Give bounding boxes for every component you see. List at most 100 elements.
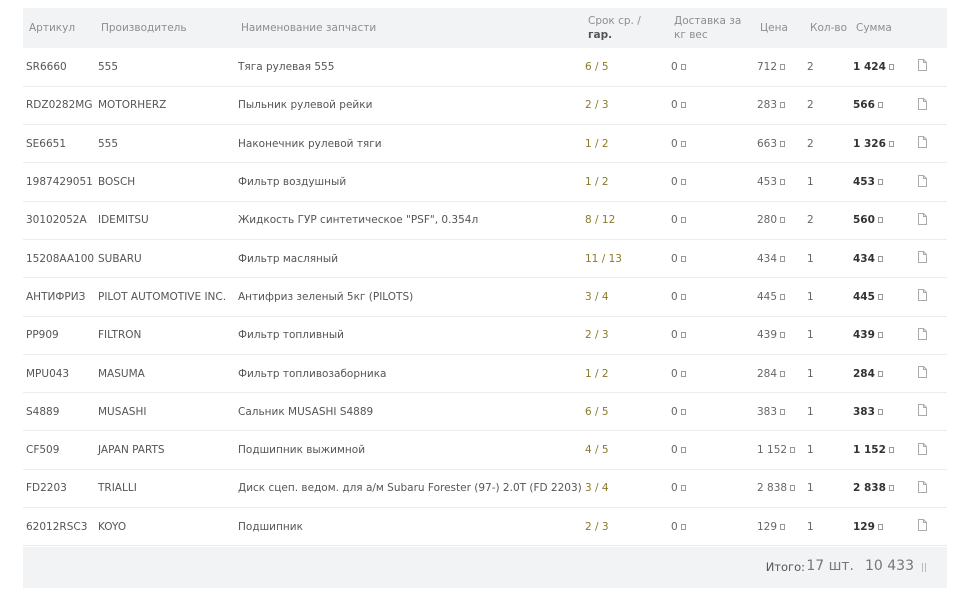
cell-delivery: 0 bbox=[668, 163, 754, 201]
cell-price: 445 bbox=[754, 278, 804, 316]
ruble-icon bbox=[680, 63, 686, 70]
document-icon[interactable] bbox=[915, 288, 929, 302]
cell-qty: 1 bbox=[807, 367, 814, 380]
cell-article: SR6660 bbox=[26, 60, 67, 73]
sum-value: 566 bbox=[853, 99, 875, 112]
document-icon[interactable] bbox=[915, 480, 929, 494]
cell-price: 129 bbox=[754, 508, 804, 546]
document-icon[interactable] bbox=[915, 58, 929, 72]
delivery-value: 0 bbox=[671, 367, 678, 380]
cell-maker: 555 bbox=[98, 137, 119, 150]
document-icon[interactable] bbox=[915, 403, 929, 417]
document-icon[interactable] bbox=[915, 174, 929, 188]
table-row: S4889 MUSASHI Сальник MUSASHI S4889 6 / 5 0 3… bbox=[23, 393, 947, 431]
col-header-article[interactable]: Артикул bbox=[23, 8, 95, 48]
delivery-value: 0 bbox=[671, 405, 678, 418]
cell-action bbox=[912, 239, 947, 277]
cell-action bbox=[912, 201, 947, 239]
cell-name: Пыльник рулевой рейки bbox=[238, 99, 373, 112]
cell-sum: 1 152 bbox=[850, 431, 912, 469]
table-row: 1987429051 BOSCH Фильтр воздушный 1 / 2 0 453… bbox=[23, 163, 947, 202]
cell-sum: 383 bbox=[850, 393, 912, 431]
table-row: 62012RSC3 KOYO Подшипник 2 / 3 0 129 1 129 bbox=[23, 508, 947, 546]
ruble-icon bbox=[680, 485, 686, 492]
cell-maker: PILOT AUTOMOTIVE INC. bbox=[98, 290, 227, 303]
cell-maker: 555 bbox=[98, 60, 119, 73]
cell-article: FD2203 bbox=[26, 482, 67, 495]
cell-action bbox=[912, 431, 947, 469]
sum-value: 383 bbox=[853, 405, 875, 418]
ruble-icon bbox=[877, 293, 883, 300]
cell-maker: SUBARU bbox=[98, 252, 142, 265]
price-value: 383 bbox=[757, 405, 778, 418]
document-icon[interactable] bbox=[915, 97, 929, 111]
col-header-name[interactable]: Наименование запчасти bbox=[235, 8, 582, 48]
col-header-price[interactable]: Цена bbox=[754, 8, 804, 48]
table-row: SR6660 555 Тяга рулевая 555 6 / 5 0 712 2 1 424 bbox=[23, 48, 947, 87]
cell-maker: FILTRON bbox=[98, 329, 142, 342]
cell-article: S4889 bbox=[26, 405, 60, 418]
document-icon[interactable] bbox=[915, 250, 929, 264]
cell-term: 6 / 5 bbox=[585, 405, 609, 418]
cell-sum: 129 bbox=[850, 508, 912, 546]
sum-value: 1 326 bbox=[853, 137, 886, 150]
cell-qty: 1 bbox=[807, 290, 814, 303]
ruble-icon bbox=[680, 140, 686, 147]
table-row: 15208AA100 SUBARU Фильтр масляный 11 / 13 0 4… bbox=[23, 239, 947, 278]
document-icon[interactable] bbox=[915, 442, 929, 456]
ruble-icon bbox=[888, 447, 894, 454]
cell-term: 2 / 3 bbox=[585, 99, 609, 112]
cell-action bbox=[912, 354, 947, 392]
document-icon[interactable] bbox=[915, 212, 929, 226]
cell-maker: BOSCH bbox=[98, 176, 136, 189]
cell-delivery: 0 bbox=[668, 354, 754, 392]
col-header-sum[interactable]: Сумма bbox=[850, 8, 912, 48]
cell-article: 15208AA100 bbox=[26, 252, 95, 265]
col-header-maker[interactable]: Производитель bbox=[95, 8, 235, 48]
ruble-icon bbox=[680, 332, 686, 339]
price-value: 712 bbox=[757, 60, 778, 73]
cell-name: Фильтр воздушный bbox=[238, 176, 347, 189]
sum-value: 1 424 bbox=[853, 60, 886, 73]
delivery-value: 0 bbox=[671, 329, 678, 342]
ruble-icon bbox=[780, 332, 786, 339]
ruble-icon bbox=[780, 140, 786, 147]
cell-qty: 1 bbox=[807, 482, 814, 495]
cell-delivery: 0 bbox=[668, 201, 754, 239]
col-header-term[interactable]: Срок ср. / гар. bbox=[582, 8, 668, 48]
cell-qty: 2 bbox=[807, 214, 814, 227]
cell-article: MPU043 bbox=[26, 367, 70, 380]
document-icon[interactable] bbox=[915, 327, 929, 341]
cell-sum: 439 bbox=[850, 316, 912, 354]
col-header-delivery[interactable]: Доставка за кг вес bbox=[668, 8, 754, 48]
cell-name: Фильтр масляный bbox=[238, 252, 339, 265]
totals-count: 17 шт. bbox=[806, 558, 854, 574]
ruble-icon bbox=[680, 179, 686, 186]
cell-sum: 566 bbox=[850, 86, 912, 124]
cell-delivery: 0 bbox=[668, 316, 754, 354]
ruble-icon bbox=[680, 408, 686, 415]
ruble-icon bbox=[780, 370, 786, 377]
cell-qty: 1 bbox=[807, 329, 814, 342]
sum-value: 434 bbox=[853, 252, 875, 265]
col-header-qty[interactable]: Кол-во bbox=[804, 8, 850, 48]
delivery-value: 0 bbox=[671, 520, 678, 533]
document-icon[interactable] bbox=[915, 365, 929, 379]
ruble-icon bbox=[877, 102, 883, 109]
price-value: 283 bbox=[757, 99, 778, 112]
document-icon[interactable] bbox=[915, 518, 929, 532]
cell-article: 1987429051 bbox=[26, 176, 93, 189]
document-icon[interactable] bbox=[915, 135, 929, 149]
cell-maker: MOTORHERZ bbox=[98, 99, 167, 112]
table-row: АНТИФРИЗ PILOT AUTOMOTIVE INC. Антифриз зе… bbox=[23, 278, 947, 317]
table-row: PP909 FILTRON Фильтр топливный 2 / 3 0 439 1 43… bbox=[23, 316, 947, 355]
delivery-value: 0 bbox=[671, 214, 678, 227]
cell-maker: KOYO bbox=[98, 520, 127, 533]
cell-qty: 2 bbox=[807, 60, 814, 73]
delivery-value: 0 bbox=[671, 444, 678, 457]
ruble-icon bbox=[780, 217, 786, 224]
cell-price: 284 bbox=[754, 354, 804, 392]
table-row: MPU043 MASUMA Фильтр топливозаборника 1 / 2… bbox=[23, 354, 947, 393]
ruble-icon bbox=[780, 255, 786, 262]
cell-qty: 2 bbox=[807, 137, 814, 150]
